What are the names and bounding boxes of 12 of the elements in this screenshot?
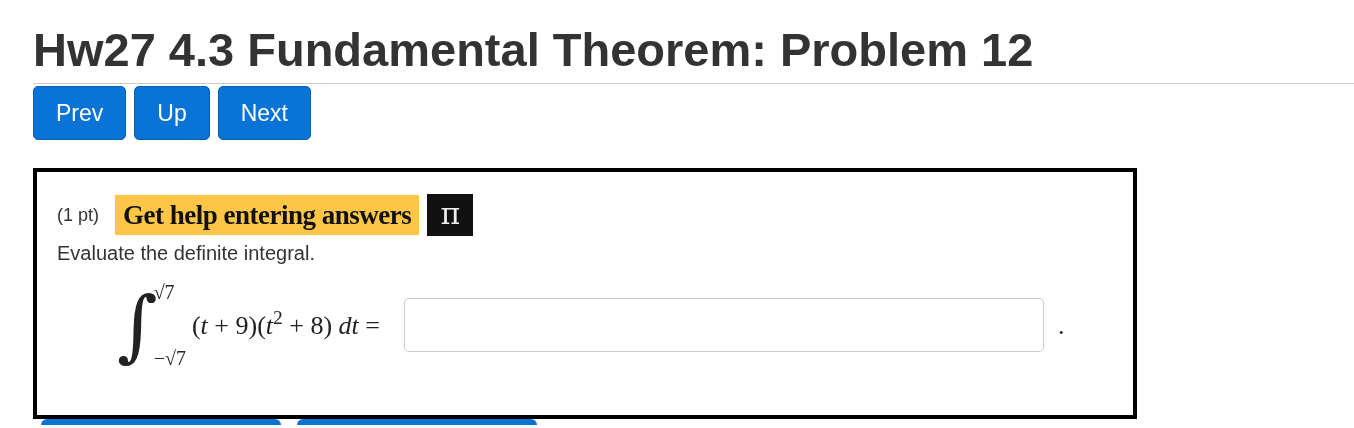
nav-button[interactable]: Next [217, 86, 311, 140]
nav-button[interactable]: Prev [33, 86, 127, 140]
points-label: (1 pt) [57, 203, 99, 227]
help-link[interactable]: Get help entering answers [115, 195, 420, 235]
nav-button[interactable]: Up [134, 86, 210, 140]
period: . [1058, 309, 1065, 342]
answer-field[interactable] [404, 298, 1044, 352]
integrand: (t + 9)(t$^{2}$ + 8) dt = [191, 305, 380, 342]
question-text: Evaluate the definite integral. [57, 241, 316, 266]
page-title: Hw27 4.3 Fundamental Theorem: Problem 12 [33, 22, 1035, 75]
pi-icon[interactable]: π [427, 194, 474, 236]
lower-limit: −√7 [153, 348, 186, 368]
